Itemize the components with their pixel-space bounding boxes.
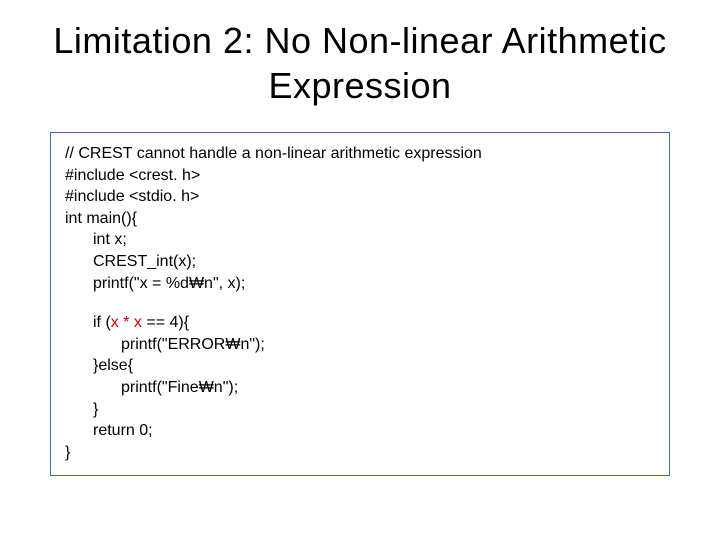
- code-line: if (x * x == 4){: [65, 312, 655, 334]
- highlight-expression: x * x: [111, 314, 142, 331]
- code-line: int x;: [65, 229, 655, 251]
- code-box: // CREST cannot handle a non-linear arit…: [50, 132, 670, 476]
- code-line: printf("ERROR₩n");: [65, 334, 655, 356]
- code-line: }else{: [65, 355, 655, 377]
- code-token: if (: [93, 314, 111, 331]
- code-line: #include <crest. h>: [65, 165, 655, 187]
- code-line: printf("Fine₩n");: [65, 377, 655, 399]
- slide-title: Limitation 2: No Non-linear Arithmetic E…: [50, 18, 670, 108]
- code-line: int main(){: [65, 208, 655, 230]
- code-line: printf("x = %d₩n", x);: [65, 273, 655, 295]
- code-line: CREST_int(x);: [65, 251, 655, 273]
- code-line: }: [65, 399, 655, 421]
- code-line: #include <stdio. h>: [65, 186, 655, 208]
- code-line: return 0;: [65, 420, 655, 442]
- code-line: }: [65, 442, 655, 464]
- code-line: // CREST cannot handle a non-linear arit…: [65, 143, 655, 165]
- code-token: == 4){: [142, 314, 189, 331]
- blank-line: [65, 294, 655, 312]
